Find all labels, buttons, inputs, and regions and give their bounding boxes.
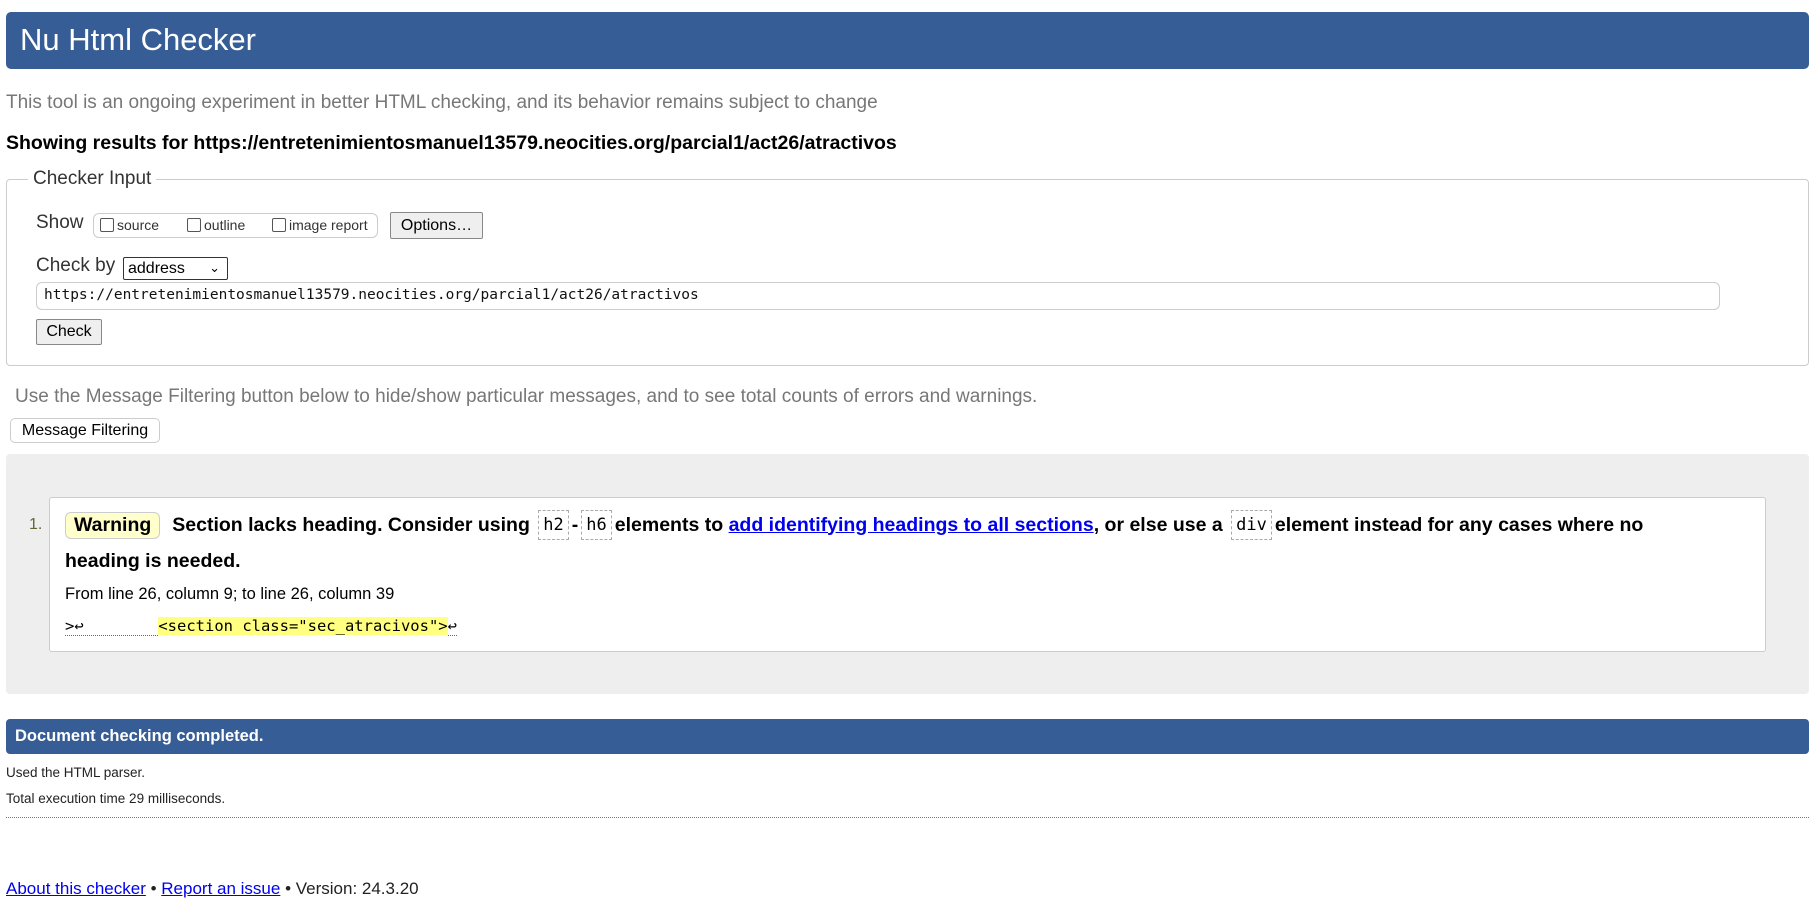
- message-text-part: Section lacks heading. Consider using: [172, 513, 530, 536]
- checkbox-box[interactable]: [100, 218, 114, 232]
- footer: About this checker • Report an issue • V…: [6, 879, 419, 899]
- report-issue-link[interactable]: Report an issue: [161, 879, 280, 898]
- version: Version: 24.3.20: [295, 879, 419, 898]
- checker-input-fieldset: [6, 179, 1809, 366]
- status-text: Document checking completed.: [15, 727, 264, 745]
- message-text-part: element instead for any cases where no: [1274, 513, 1644, 536]
- message-text-part: elements to: [614, 513, 724, 536]
- message-text-continued: heading is needed.: [65, 550, 241, 572]
- code-h2: h2: [538, 510, 569, 540]
- url-input[interactable]: https://entretenimientosmanuel13579.neoc…: [36, 282, 1720, 310]
- image-report-checkbox[interactable]: image report: [272, 217, 368, 233]
- message-text-part: , or else use a: [1093, 513, 1223, 536]
- outline-checkbox[interactable]: outline: [187, 217, 245, 233]
- intro-text: This tool is an ongoing experiment in be…: [6, 92, 878, 113]
- checkbox-box[interactable]: [187, 218, 201, 232]
- divider: [6, 817, 1809, 818]
- message-number: 1.: [29, 516, 43, 533]
- check-button[interactable]: Check: [36, 319, 102, 345]
- code-h6: h6: [581, 510, 612, 540]
- filter-instructions: Use the Message Filtering button below t…: [15, 386, 1038, 407]
- checkbox-label: source: [117, 217, 160, 233]
- checkbox-label: outline: [204, 217, 246, 233]
- checkbox-label: image report: [289, 217, 368, 233]
- check-by-label: Check by: [36, 255, 116, 276]
- show-options-group: source outline image report: [93, 213, 378, 238]
- checkbox-box[interactable]: [272, 218, 286, 232]
- dash: -: [571, 513, 579, 536]
- about-link[interactable]: About this checker: [6, 879, 146, 898]
- message-location: From line 26, column 9; to line 26, colu…: [65, 585, 395, 603]
- checker-input-legend: Checker Input: [28, 168, 157, 190]
- chevron-down-icon: ⌄: [209, 260, 220, 275]
- extract-before: >↩: [65, 617, 159, 636]
- page-header: Nu Html Checker: [6, 12, 1809, 69]
- extract-after: ↩: [447, 617, 457, 636]
- showing-results: Showing results for https://entretenimie…: [6, 132, 897, 154]
- check-by-value: address: [128, 259, 185, 277]
- options-button[interactable]: Options…: [390, 212, 483, 239]
- code-extract: >↩ <section class="sec_atracivos">↩: [65, 617, 457, 636]
- show-label: Show: [36, 212, 84, 233]
- extract-highlight: <section class="sec_atracivos">: [158, 617, 448, 635]
- warning-badge: Warning: [65, 511, 161, 539]
- message-text: Warning Section lacks heading. Consider …: [65, 510, 1643, 540]
- headings-link[interactable]: add identifying headings to all sections: [729, 514, 1094, 537]
- execution-time: Total execution time 29 milliseconds.: [6, 791, 226, 806]
- separator: •: [280, 879, 296, 898]
- status-bar: Document checking completed.: [6, 719, 1809, 754]
- parser-info: Used the HTML parser.: [6, 765, 146, 780]
- page-title: Nu Html Checker: [20, 22, 256, 57]
- check-by-select[interactable]: address ⌄: [123, 257, 228, 280]
- code-div: div: [1231, 510, 1272, 540]
- source-checkbox[interactable]: source: [100, 217, 159, 233]
- separator: •: [145, 879, 162, 898]
- message-filtering-button[interactable]: Message Filtering: [10, 418, 160, 443]
